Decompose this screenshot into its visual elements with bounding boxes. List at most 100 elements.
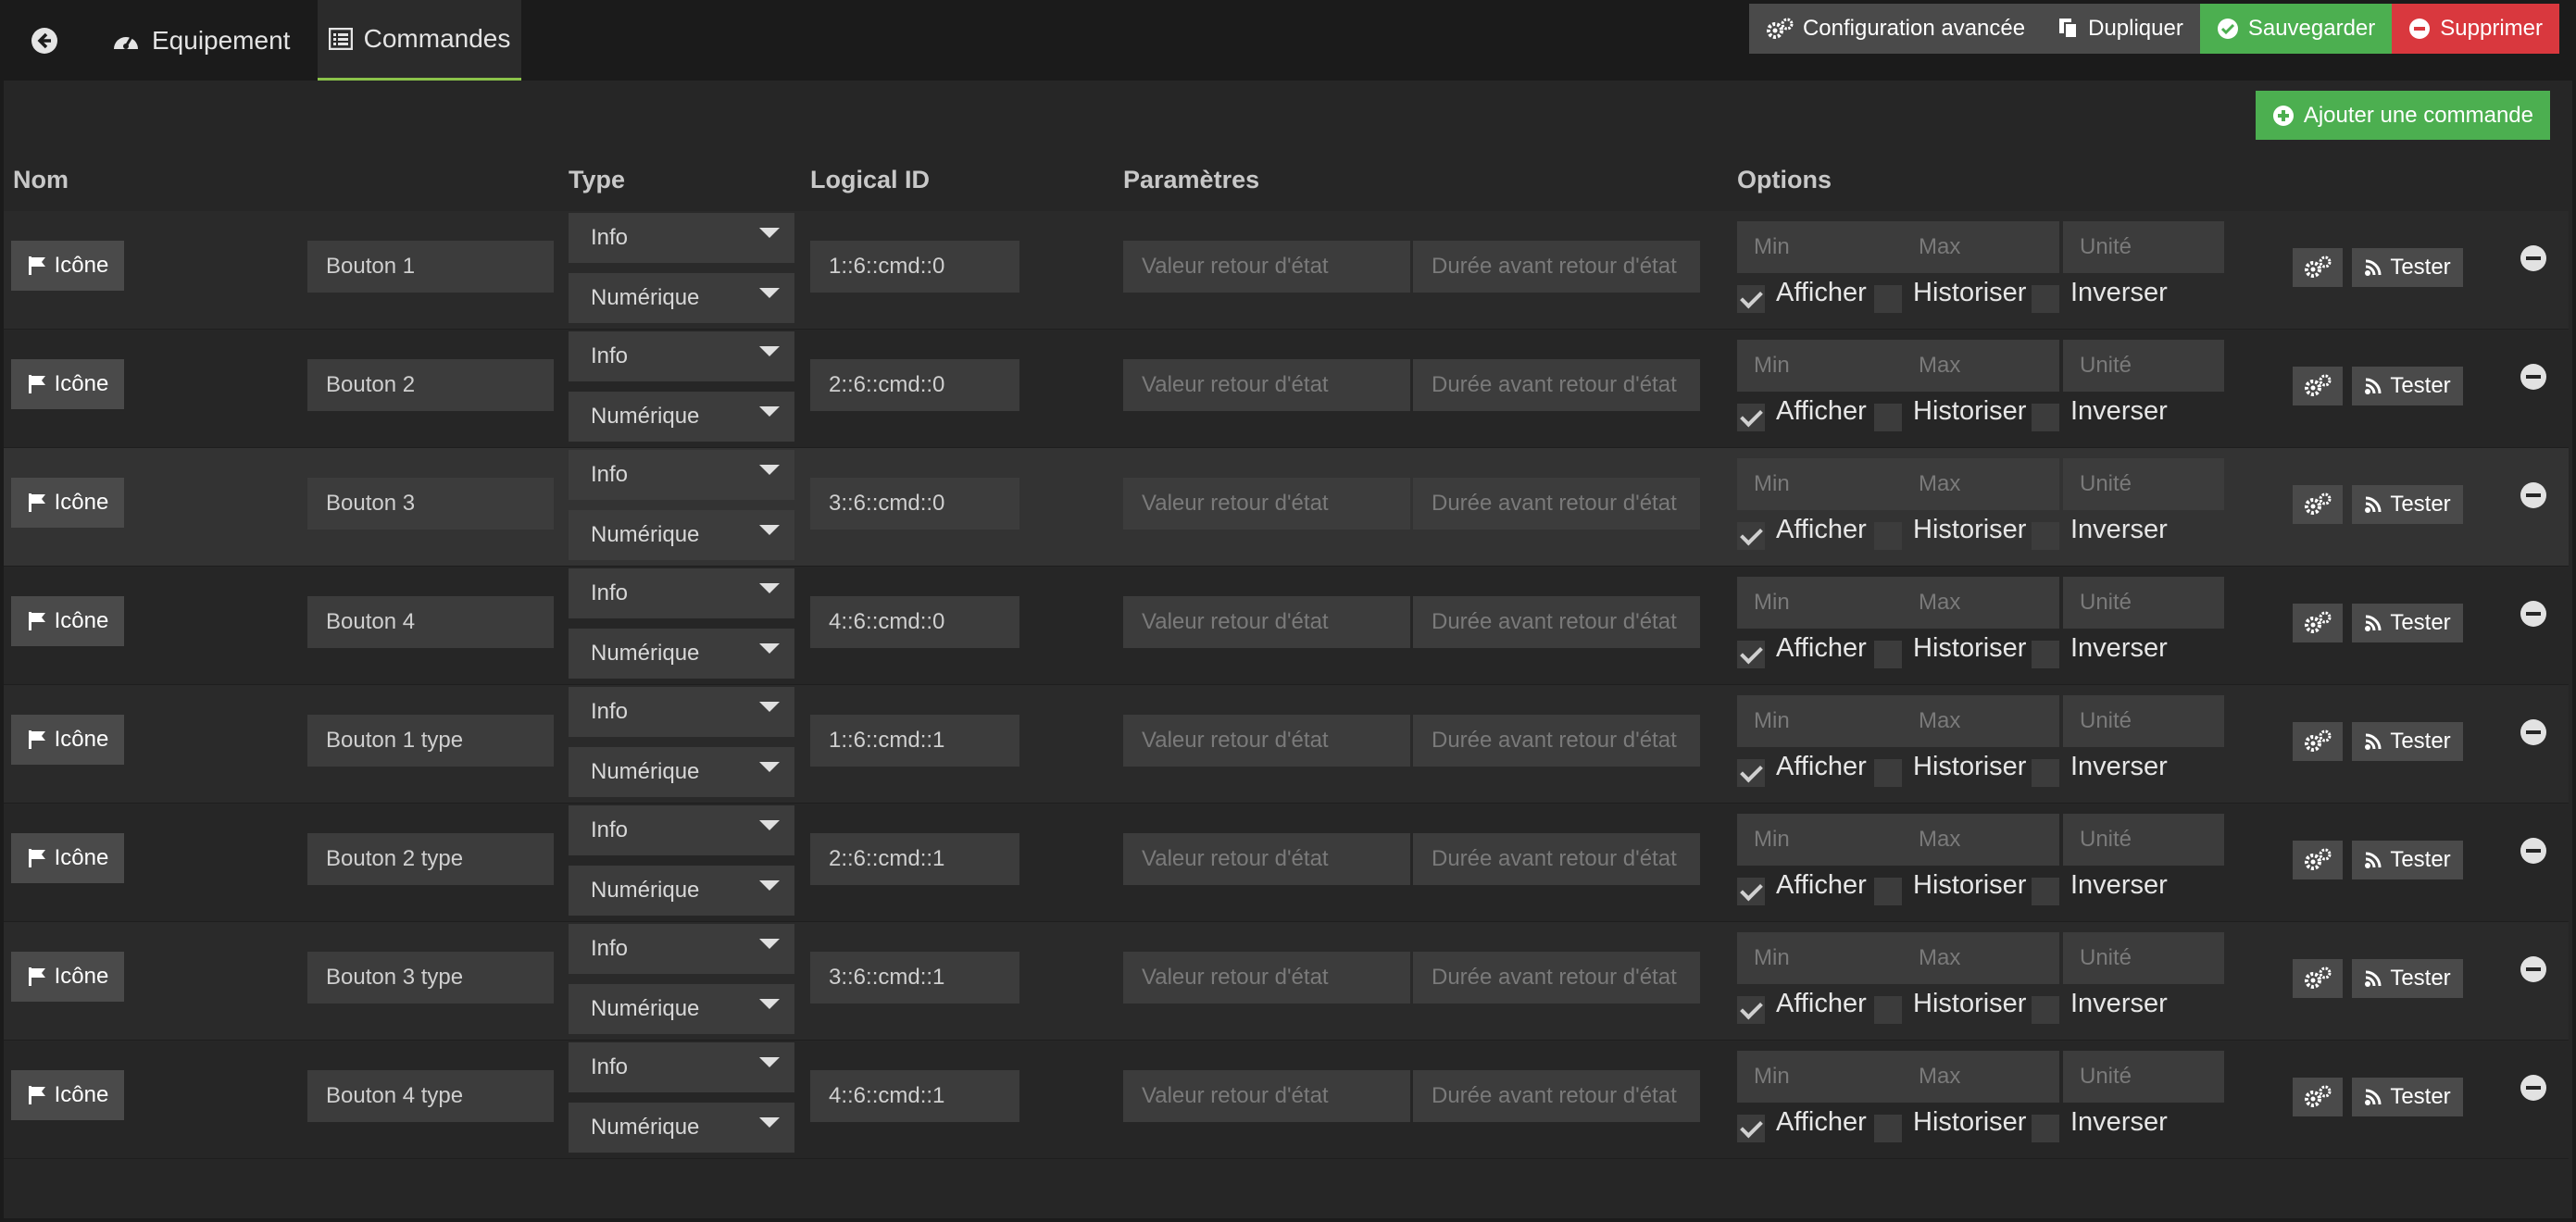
save-button[interactable]: Sauvegarder	[2199, 4, 2393, 54]
state-return-value-input[interactable]: Valeur retour d'état	[1123, 952, 1410, 1004]
unit-input[interactable]: Unité	[2063, 1051, 2224, 1103]
inverser-checkbox[interactable]	[2032, 285, 2059, 313]
state-return-value-input[interactable]: Valeur retour d'état	[1123, 715, 1410, 767]
choose-icon-button[interactable]: Icône	[11, 596, 124, 646]
state-return-value-input[interactable]: Valeur retour d'état	[1123, 359, 1410, 411]
state-return-value-input[interactable]: Valeur retour d'état	[1123, 241, 1410, 293]
state-return-value-input[interactable]: Valeur retour d'état	[1123, 478, 1410, 530]
command-name-input[interactable]: Bouton 2	[307, 359, 554, 411]
min-input[interactable]: Min	[1737, 340, 1898, 392]
unit-input[interactable]: Unité	[2063, 814, 2224, 866]
type-select[interactable]: Info	[569, 213, 794, 263]
command-config-button[interactable]	[2293, 1078, 2343, 1116]
subtype-select[interactable]: Numérique	[569, 1103, 794, 1153]
min-input[interactable]: Min	[1737, 932, 1898, 984]
command-config-button[interactable]	[2293, 485, 2343, 524]
choose-icon-button[interactable]: Icône	[11, 952, 124, 1002]
min-input[interactable]: Min	[1737, 695, 1898, 747]
remove-command-icon[interactable]	[2520, 719, 2546, 745]
add-command-button[interactable]: Ajouter une commande	[2255, 91, 2550, 140]
logical-id-input[interactable]: 3::6::cmd::1	[810, 952, 1019, 1004]
min-input[interactable]: Min	[1737, 1051, 1898, 1103]
state-return-value-input[interactable]: Valeur retour d'état	[1123, 833, 1410, 885]
logical-id-input[interactable]: 1::6::cmd::0	[810, 241, 1019, 293]
state-return-delay-input[interactable]: Durée avant retour d'état	[1413, 833, 1700, 885]
historiser-checkbox[interactable]	[1874, 404, 1902, 431]
duplicate-button[interactable]: Dupliquer	[2042, 4, 2200, 54]
command-name-input[interactable]: Bouton 1	[307, 241, 554, 293]
remove-command-icon[interactable]	[2520, 364, 2546, 390]
max-input[interactable]: Max	[1898, 695, 2059, 747]
test-command-button[interactable]: Tester	[2352, 722, 2463, 761]
state-return-value-input[interactable]: Valeur retour d'état	[1123, 596, 1410, 648]
command-config-button[interactable]	[2293, 959, 2343, 998]
type-select[interactable]: Info	[569, 331, 794, 381]
state-return-delay-input[interactable]: Durée avant retour d'état	[1413, 596, 1700, 648]
command-config-button[interactable]	[2293, 367, 2343, 405]
test-command-button[interactable]: Tester	[2352, 1078, 2463, 1116]
unit-input[interactable]: Unité	[2063, 695, 2224, 747]
delete-button[interactable]: Supprimer	[2392, 4, 2559, 54]
tab-equipement[interactable]: Equipement	[111, 0, 290, 81]
max-input[interactable]: Max	[1898, 340, 2059, 392]
historiser-checkbox[interactable]	[1874, 1115, 1902, 1142]
remove-command-icon[interactable]	[2520, 838, 2546, 864]
min-input[interactable]: Min	[1737, 577, 1898, 629]
inverser-checkbox[interactable]	[2032, 522, 2059, 550]
state-return-delay-input[interactable]: Durée avant retour d'état	[1413, 715, 1700, 767]
choose-icon-button[interactable]: Icône	[11, 478, 124, 528]
unit-input[interactable]: Unité	[2063, 221, 2224, 273]
inverser-checkbox[interactable]	[2032, 996, 2059, 1024]
command-config-button[interactable]	[2293, 248, 2343, 287]
command-name-input[interactable]: Bouton 3 type	[307, 952, 554, 1004]
afficher-checkbox[interactable]	[1737, 641, 1765, 668]
type-select[interactable]: Info	[569, 1042, 794, 1092]
choose-icon-button[interactable]: Icône	[11, 833, 124, 883]
max-input[interactable]: Max	[1898, 221, 2059, 273]
remove-command-icon[interactable]	[2520, 482, 2546, 508]
subtype-select[interactable]: Numérique	[569, 629, 794, 679]
logical-id-input[interactable]: 2::6::cmd::1	[810, 833, 1019, 885]
state-return-delay-input[interactable]: Durée avant retour d'état	[1413, 478, 1700, 530]
state-return-delay-input[interactable]: Durée avant retour d'état	[1413, 241, 1700, 293]
state-return-delay-input[interactable]: Durée avant retour d'état	[1413, 1070, 1700, 1122]
remove-command-icon[interactable]	[2520, 1075, 2546, 1101]
subtype-select[interactable]: Numérique	[569, 747, 794, 797]
logical-id-input[interactable]: 2::6::cmd::0	[810, 359, 1019, 411]
state-return-delay-input[interactable]: Durée avant retour d'état	[1413, 359, 1700, 411]
historiser-checkbox[interactable]	[1874, 641, 1902, 668]
inverser-checkbox[interactable]	[2032, 759, 2059, 787]
subtype-select[interactable]: Numérique	[569, 273, 794, 323]
command-config-button[interactable]	[2293, 722, 2343, 761]
inverser-checkbox[interactable]	[2032, 1115, 2059, 1142]
type-select[interactable]: Info	[569, 924, 794, 974]
state-return-delay-input[interactable]: Durée avant retour d'état	[1413, 952, 1700, 1004]
subtype-select[interactable]: Numérique	[569, 392, 794, 442]
command-name-input[interactable]: Bouton 3	[307, 478, 554, 530]
min-input[interactable]: Min	[1737, 221, 1898, 273]
max-input[interactable]: Max	[1898, 458, 2059, 510]
inverser-checkbox[interactable]	[2032, 404, 2059, 431]
afficher-checkbox[interactable]	[1737, 522, 1765, 550]
remove-command-icon[interactable]	[2520, 956, 2546, 982]
afficher-checkbox[interactable]	[1737, 1115, 1765, 1142]
type-select[interactable]: Info	[569, 568, 794, 618]
max-input[interactable]: Max	[1898, 814, 2059, 866]
tab-commandes[interactable]: Commandes	[318, 0, 521, 81]
state-return-value-input[interactable]: Valeur retour d'état	[1123, 1070, 1410, 1122]
logical-id-input[interactable]: 1::6::cmd::1	[810, 715, 1019, 767]
unit-input[interactable]: Unité	[2063, 577, 2224, 629]
choose-icon-button[interactable]: Icône	[11, 241, 124, 291]
logical-id-input[interactable]: 3::6::cmd::0	[810, 478, 1019, 530]
afficher-checkbox[interactable]	[1737, 996, 1765, 1024]
test-command-button[interactable]: Tester	[2352, 604, 2463, 642]
max-input[interactable]: Max	[1898, 932, 2059, 984]
historiser-checkbox[interactable]	[1874, 759, 1902, 787]
subtype-select[interactable]: Numérique	[569, 510, 794, 560]
command-name-input[interactable]: Bouton 4	[307, 596, 554, 648]
logical-id-input[interactable]: 4::6::cmd::0	[810, 596, 1019, 648]
logical-id-input[interactable]: 4::6::cmd::1	[810, 1070, 1019, 1122]
afficher-checkbox[interactable]	[1737, 878, 1765, 905]
back-button[interactable]	[20, 0, 69, 81]
historiser-checkbox[interactable]	[1874, 996, 1902, 1024]
